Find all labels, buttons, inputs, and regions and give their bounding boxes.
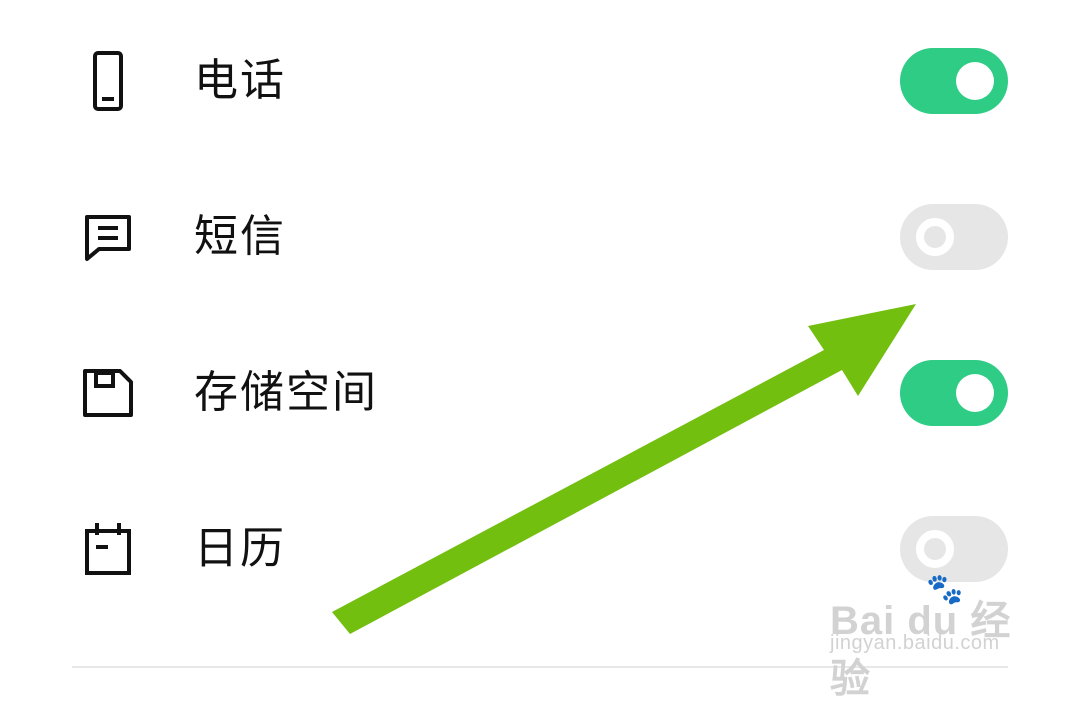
settings-row-sms[interactable]: 短信 [0,172,1080,302]
toggle-knob [956,374,994,412]
watermark: 🐾 Bai du 经验 jingyan.baidu.com [830,573,1030,701]
storage-icon [80,361,136,425]
watermark-url: jingyan.baidu.com [830,632,1000,654]
toggle-knob [916,218,954,256]
toggle-knob [916,530,954,568]
settings-row-label: 存储空间 [194,367,378,418]
settings-row-storage[interactable]: 存储空间 [0,328,1080,458]
message-icon [80,205,136,269]
calendar-icon [80,517,136,581]
storage-permission-toggle[interactable] [900,360,1008,426]
settings-row-phone[interactable]: 电话 [0,16,1080,146]
toggle-knob [956,62,994,100]
phone-icon [80,49,136,113]
phone-permission-toggle[interactable] [900,48,1008,114]
settings-row-label: 短信 [194,211,286,262]
settings-row-label: 电话 [194,55,286,106]
settings-row-label: 日历 [194,523,286,574]
sms-permission-toggle[interactable] [900,204,1008,270]
